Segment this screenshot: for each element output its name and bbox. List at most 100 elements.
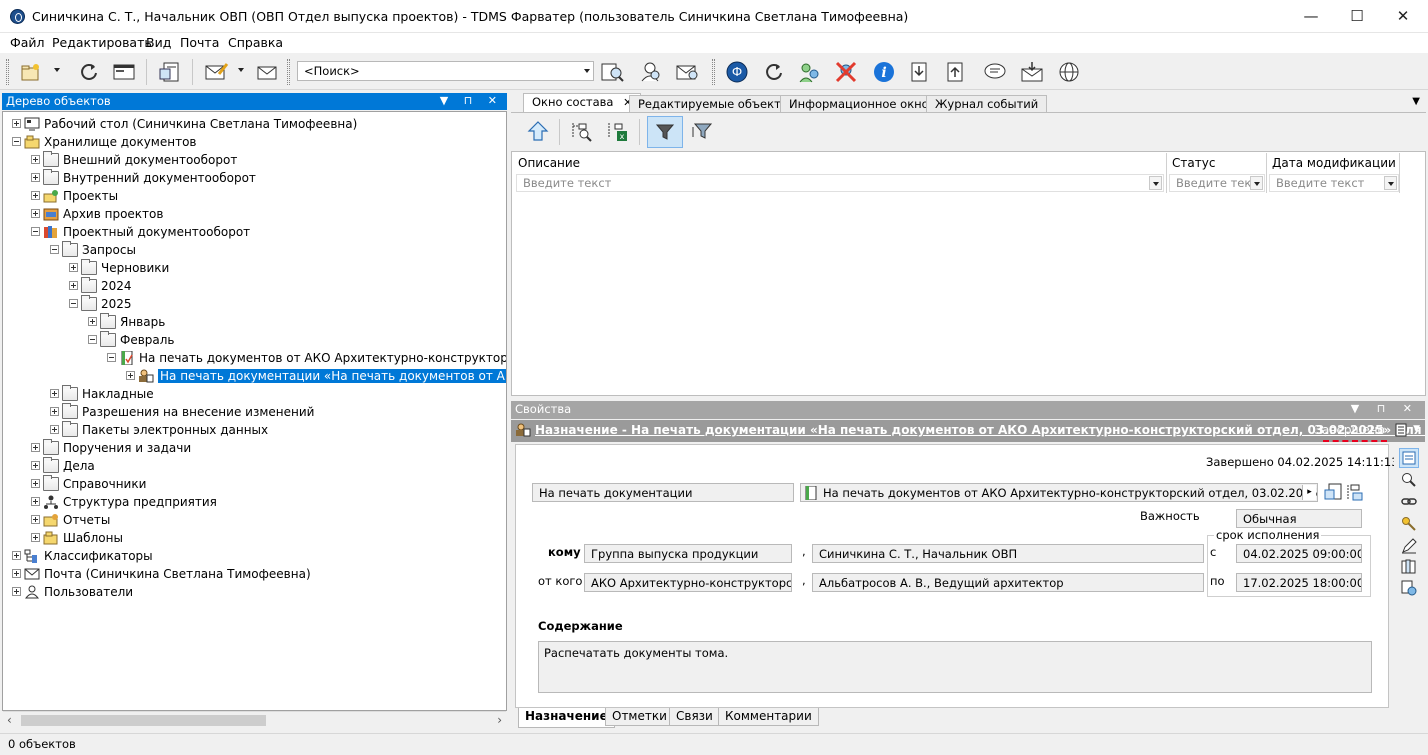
tab-info-window[interactable]: Информационное окно	[780, 95, 938, 112]
pen-icon[interactable]	[1401, 538, 1417, 554]
chevron-right-icon[interactable]: ▸	[1302, 485, 1316, 500]
search-in-tree-icon[interactable]	[569, 118, 595, 144]
tree-node-projects[interactable]: Проекты	[31, 187, 118, 204]
message-icon[interactable]	[982, 59, 1008, 85]
reload-icon[interactable]	[761, 59, 787, 85]
new-object-dropdown-icon[interactable]	[54, 68, 60, 72]
tree-node-tasks[interactable]: Поручения и задачи	[31, 438, 191, 456]
collapse-icon[interactable]	[69, 299, 78, 308]
column-header-status[interactable]: Статус	[1172, 156, 1215, 170]
to-date-field[interactable]: 17.02.2025 18:00:00	[1236, 573, 1362, 592]
toolbar-grip[interactable]	[712, 59, 715, 85]
mail-search-icon[interactable]	[675, 59, 701, 85]
expand-icon[interactable]	[31, 209, 40, 218]
expand-icon[interactable]	[50, 407, 59, 416]
filter-input-status[interactable]: Введите текс	[1169, 174, 1265, 192]
checkout-icon[interactable]	[942, 59, 968, 85]
expand-icon[interactable]	[31, 497, 40, 506]
toolbar-grip[interactable]	[287, 59, 290, 85]
tree-node-february[interactable]: Февраль	[88, 330, 175, 348]
scrollbar-thumb[interactable]	[21, 715, 266, 726]
tree-node-change-permits[interactable]: Разрешения на внесение изменений	[50, 402, 314, 420]
user-search-icon[interactable]	[638, 59, 664, 85]
info-icon[interactable]: i	[871, 59, 897, 85]
search-input[interactable]: <Поиск>	[297, 61, 594, 81]
expand-icon[interactable]	[88, 317, 97, 326]
expand-icon[interactable]	[12, 569, 21, 578]
tab-composition[interactable]: Окно состава ✕	[523, 93, 642, 113]
tree-node-internal-docflow[interactable]: Внутренний документооборот	[31, 168, 256, 186]
tree-node-references[interactable]: Справочники	[31, 474, 146, 492]
expand-icon[interactable]	[31, 155, 40, 164]
checkin-icon[interactable]	[906, 59, 932, 85]
send-mail-dropdown-icon[interactable]	[238, 68, 244, 72]
tab-comments[interactable]: Комментарии	[718, 708, 819, 726]
tree-node-external-docflow[interactable]: Внешний документооборот	[31, 150, 237, 168]
disconnect-icon[interactable]	[833, 59, 859, 85]
tree-node-waybills[interactable]: Накладные	[50, 384, 154, 402]
window-icon[interactable]	[111, 59, 137, 85]
tree-node-desktop[interactable]: Рабочий стол (Синичкина Светлана Тимофее…	[12, 115, 357, 132]
tree-node-print-request[interactable]: На печать документов от АКО Архитектурно…	[107, 349, 506, 366]
expand-icon[interactable]	[31, 479, 40, 488]
expand-icon[interactable]	[50, 425, 59, 434]
send-mail-icon[interactable]	[204, 59, 230, 85]
settings-icon[interactable]	[1401, 580, 1417, 596]
collapse-icon[interactable]	[31, 227, 40, 236]
keys-icon[interactable]	[1401, 516, 1417, 532]
menu-view[interactable]: Вид	[146, 35, 171, 50]
filter-settings-icon[interactable]	[689, 118, 715, 144]
new-object-icon[interactable]	[18, 59, 44, 85]
search-dropdown-icon[interactable]	[584, 69, 590, 73]
importance-field[interactable]: Обычная	[1236, 509, 1362, 528]
object-tree[interactable]: Рабочий стол (Синичкина Светлана Тимофее…	[2, 111, 507, 711]
tree-node-cases[interactable]: Дела	[31, 456, 95, 474]
expand-icon[interactable]	[50, 389, 59, 398]
tab-links[interactable]: Связи	[669, 708, 720, 726]
refresh-icon[interactable]	[76, 59, 102, 85]
scroll-left-icon[interactable]: ‹	[7, 713, 12, 727]
expand-icon[interactable]	[31, 461, 40, 470]
document-menu-icon[interactable]	[1395, 423, 1407, 440]
globe-icon[interactable]	[1056, 59, 1082, 85]
tree-node-2024[interactable]: 2024	[69, 276, 132, 294]
expand-icon[interactable]	[12, 119, 21, 128]
tree-node-project-archive[interactable]: Архив проектов	[31, 205, 163, 222]
chevron-down-icon[interactable]: ▼	[1413, 424, 1420, 434]
tree-node-mail[interactable]: Почта (Синичкина Светлана Тимофеевна)	[12, 565, 311, 582]
tree-node-2025[interactable]: 2025	[69, 294, 132, 312]
expand-icon[interactable]	[126, 371, 135, 380]
column-header-modified-date[interactable]: Дата модификации	[1272, 156, 1396, 170]
form-view-button[interactable]	[1399, 448, 1419, 468]
assignment-type-field[interactable]: На печать документации	[532, 483, 794, 502]
tree-panel-controls[interactable]: ▼ ⊓ ✕	[440, 94, 503, 107]
magnifier-icon[interactable]	[1401, 472, 1417, 488]
expand-icon[interactable]	[12, 551, 21, 560]
tree-node-january[interactable]: Январь	[88, 312, 165, 330]
tab-event-log[interactable]: Журнал событий	[926, 95, 1048, 112]
tree-node-users[interactable]: Пользователи	[12, 583, 133, 600]
object-title-link[interactable]: Назначение - На печать документации «На …	[535, 423, 1425, 437]
tree-node-templates[interactable]: Шаблоны	[31, 529, 123, 546]
fairway-logo-icon[interactable]: Ф	[724, 59, 750, 85]
tree-node-reports[interactable]: Отчеты	[31, 511, 110, 528]
export-excel-icon[interactable]: x	[605, 118, 631, 144]
expand-icon[interactable]	[69, 281, 78, 290]
tree-node-project-docflow[interactable]: Проектный документооборот	[31, 223, 250, 240]
collapse-icon[interactable]	[50, 245, 59, 254]
toolbar-grip[interactable]	[6, 59, 9, 85]
binders-icon[interactable]	[1401, 558, 1417, 574]
properties-panel-controls[interactable]: ▼ ⊓ ✕	[1351, 402, 1419, 415]
search-icon[interactable]	[600, 59, 626, 85]
content-textarea[interactable]: Распечатать документы тома.	[538, 641, 1372, 693]
expand-icon[interactable]	[31, 533, 40, 542]
expand-icon[interactable]	[31, 191, 40, 200]
tree-node-drafts[interactable]: Черновики	[69, 258, 169, 276]
properties-icon[interactable]	[156, 59, 182, 85]
minimize-button[interactable]: —	[1288, 0, 1334, 32]
expand-icon[interactable]	[69, 263, 78, 272]
tab-marks[interactable]: Отметки	[605, 708, 674, 726]
menu-edit[interactable]: Редактировать	[52, 35, 152, 50]
menu-file[interactable]: Файл	[10, 35, 45, 50]
filter-input-modified-date[interactable]: Введите текст	[1269, 174, 1399, 192]
